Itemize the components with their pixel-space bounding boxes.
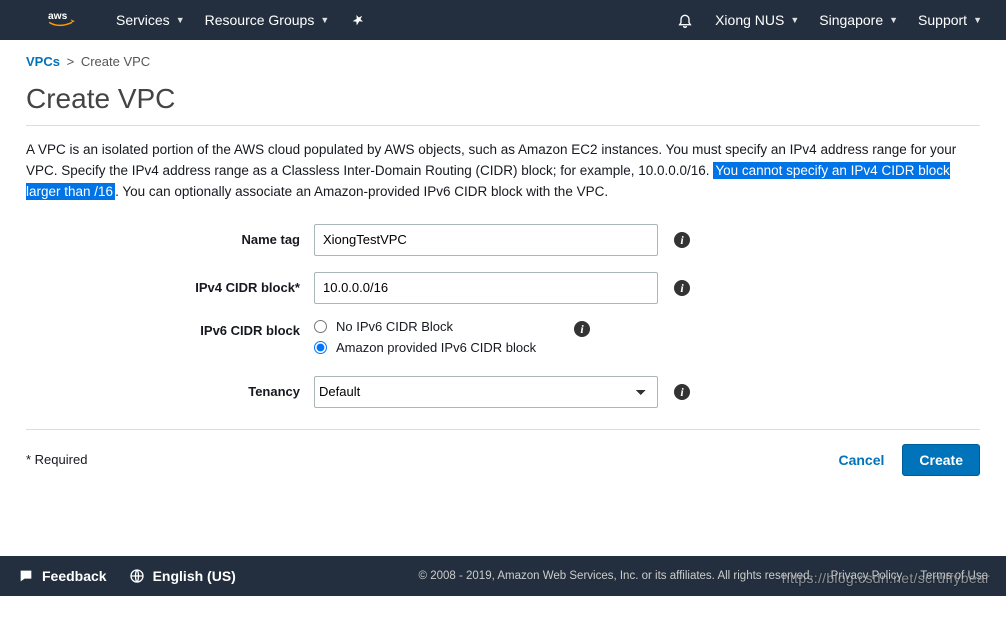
main-content: VPCs > Create VPC Create VPC A VPC is an… (0, 40, 1006, 476)
svg-text:aws: aws (48, 11, 68, 22)
copyright-text: © 2008 - 2019, Amazon Web Services, Inc.… (419, 570, 813, 582)
info-icon: i (674, 384, 690, 400)
nav-user-label: Xiong NUS (715, 12, 784, 28)
feedback-link[interactable]: Feedback (18, 568, 107, 584)
nav-resource-groups[interactable]: Resource Groups ▼ (195, 0, 340, 40)
nav-user[interactable]: Xiong NUS ▼ (705, 0, 809, 40)
terms-of-use-link[interactable]: Terms of Use (920, 570, 988, 582)
ipv6-option-amazon-label: Amazon provided IPv6 CIDR block (336, 340, 536, 355)
nav-support-label: Support (918, 12, 967, 28)
name-tag-label: Name tag (26, 232, 314, 247)
row-name-tag: Name tag i (26, 223, 980, 257)
page-description: A VPC is an isolated portion of the AWS … (26, 140, 980, 203)
bottom-bar: Feedback English (US) © 2008 - 2019, Ama… (0, 556, 1006, 596)
tenancy-info[interactable]: i (674, 384, 690, 400)
ipv6-option-none[interactable]: No IPv6 CIDR Block (314, 319, 558, 334)
pin-icon[interactable] (339, 0, 377, 40)
info-icon: i (674, 232, 690, 248)
caret-down-icon: ▼ (790, 15, 799, 25)
ipv4-cidr-input[interactable] (314, 272, 658, 304)
row-tenancy: Tenancy Default i (26, 375, 980, 409)
info-icon: i (674, 280, 690, 296)
breadcrumb: VPCs > Create VPC (26, 54, 980, 69)
ipv4-cidr-label: IPv4 CIDR block* (26, 280, 314, 295)
ipv6-cidr-info[interactable]: i (574, 319, 590, 337)
desc-part2: . You can optionally associate an Amazon… (115, 184, 608, 199)
breadcrumb-separator: > (67, 54, 75, 69)
row-ipv4-cidr: IPv4 CIDR block* i (26, 271, 980, 305)
nav-support[interactable]: Support ▼ (908, 0, 992, 40)
nav-services[interactable]: Services ▼ (106, 0, 195, 40)
ipv6-radio-amazon[interactable] (314, 341, 327, 354)
ipv6-cidr-label: IPv6 CIDR block (26, 319, 314, 338)
tenancy-label: Tenancy (26, 384, 314, 399)
breadcrumb-root-link[interactable]: VPCs (26, 54, 60, 69)
cancel-button[interactable]: Cancel (838, 452, 884, 468)
top-nav: aws Services ▼ Resource Groups ▼ Xiong N… (0, 0, 1006, 40)
ipv4-cidr-info[interactable]: i (674, 280, 690, 296)
name-tag-info[interactable]: i (674, 232, 690, 248)
caret-down-icon: ▼ (889, 15, 898, 25)
ipv6-radio-none[interactable] (314, 320, 327, 333)
nav-resource-groups-label: Resource Groups (205, 12, 315, 28)
name-tag-input[interactable] (314, 224, 658, 256)
ipv6-option-amazon[interactable]: Amazon provided IPv6 CIDR block (314, 340, 558, 355)
nav-region[interactable]: Singapore ▼ (809, 0, 908, 40)
language-label: English (US) (153, 568, 236, 584)
feedback-label: Feedback (42, 568, 107, 584)
info-icon: i (574, 321, 590, 337)
required-note: * Required (26, 452, 87, 467)
caret-down-icon: ▼ (176, 15, 185, 25)
nav-region-label: Singapore (819, 12, 883, 28)
page-title: Create VPC (26, 83, 980, 126)
speech-bubble-icon (18, 568, 34, 584)
privacy-policy-link[interactable]: Privacy Policy (831, 570, 903, 582)
caret-down-icon: ▼ (973, 15, 982, 25)
globe-icon (129, 568, 145, 584)
row-ipv6-cidr: IPv6 CIDR block No IPv6 CIDR Block Amazo… (26, 319, 980, 361)
create-vpc-form: Name tag i IPv4 CIDR block* i IPv6 CIDR … (26, 223, 980, 409)
ipv6-option-none-label: No IPv6 CIDR Block (336, 319, 453, 334)
nav-services-label: Services (116, 12, 170, 28)
notifications-icon[interactable] (665, 0, 705, 40)
create-button[interactable]: Create (902, 444, 980, 476)
form-footer: * Required Cancel Create (26, 429, 980, 476)
tenancy-select[interactable]: Default (314, 376, 658, 408)
language-selector[interactable]: English (US) (129, 568, 236, 584)
aws-logo[interactable]: aws (48, 9, 84, 31)
breadcrumb-current: Create VPC (81, 54, 150, 69)
caret-down-icon: ▼ (320, 15, 329, 25)
